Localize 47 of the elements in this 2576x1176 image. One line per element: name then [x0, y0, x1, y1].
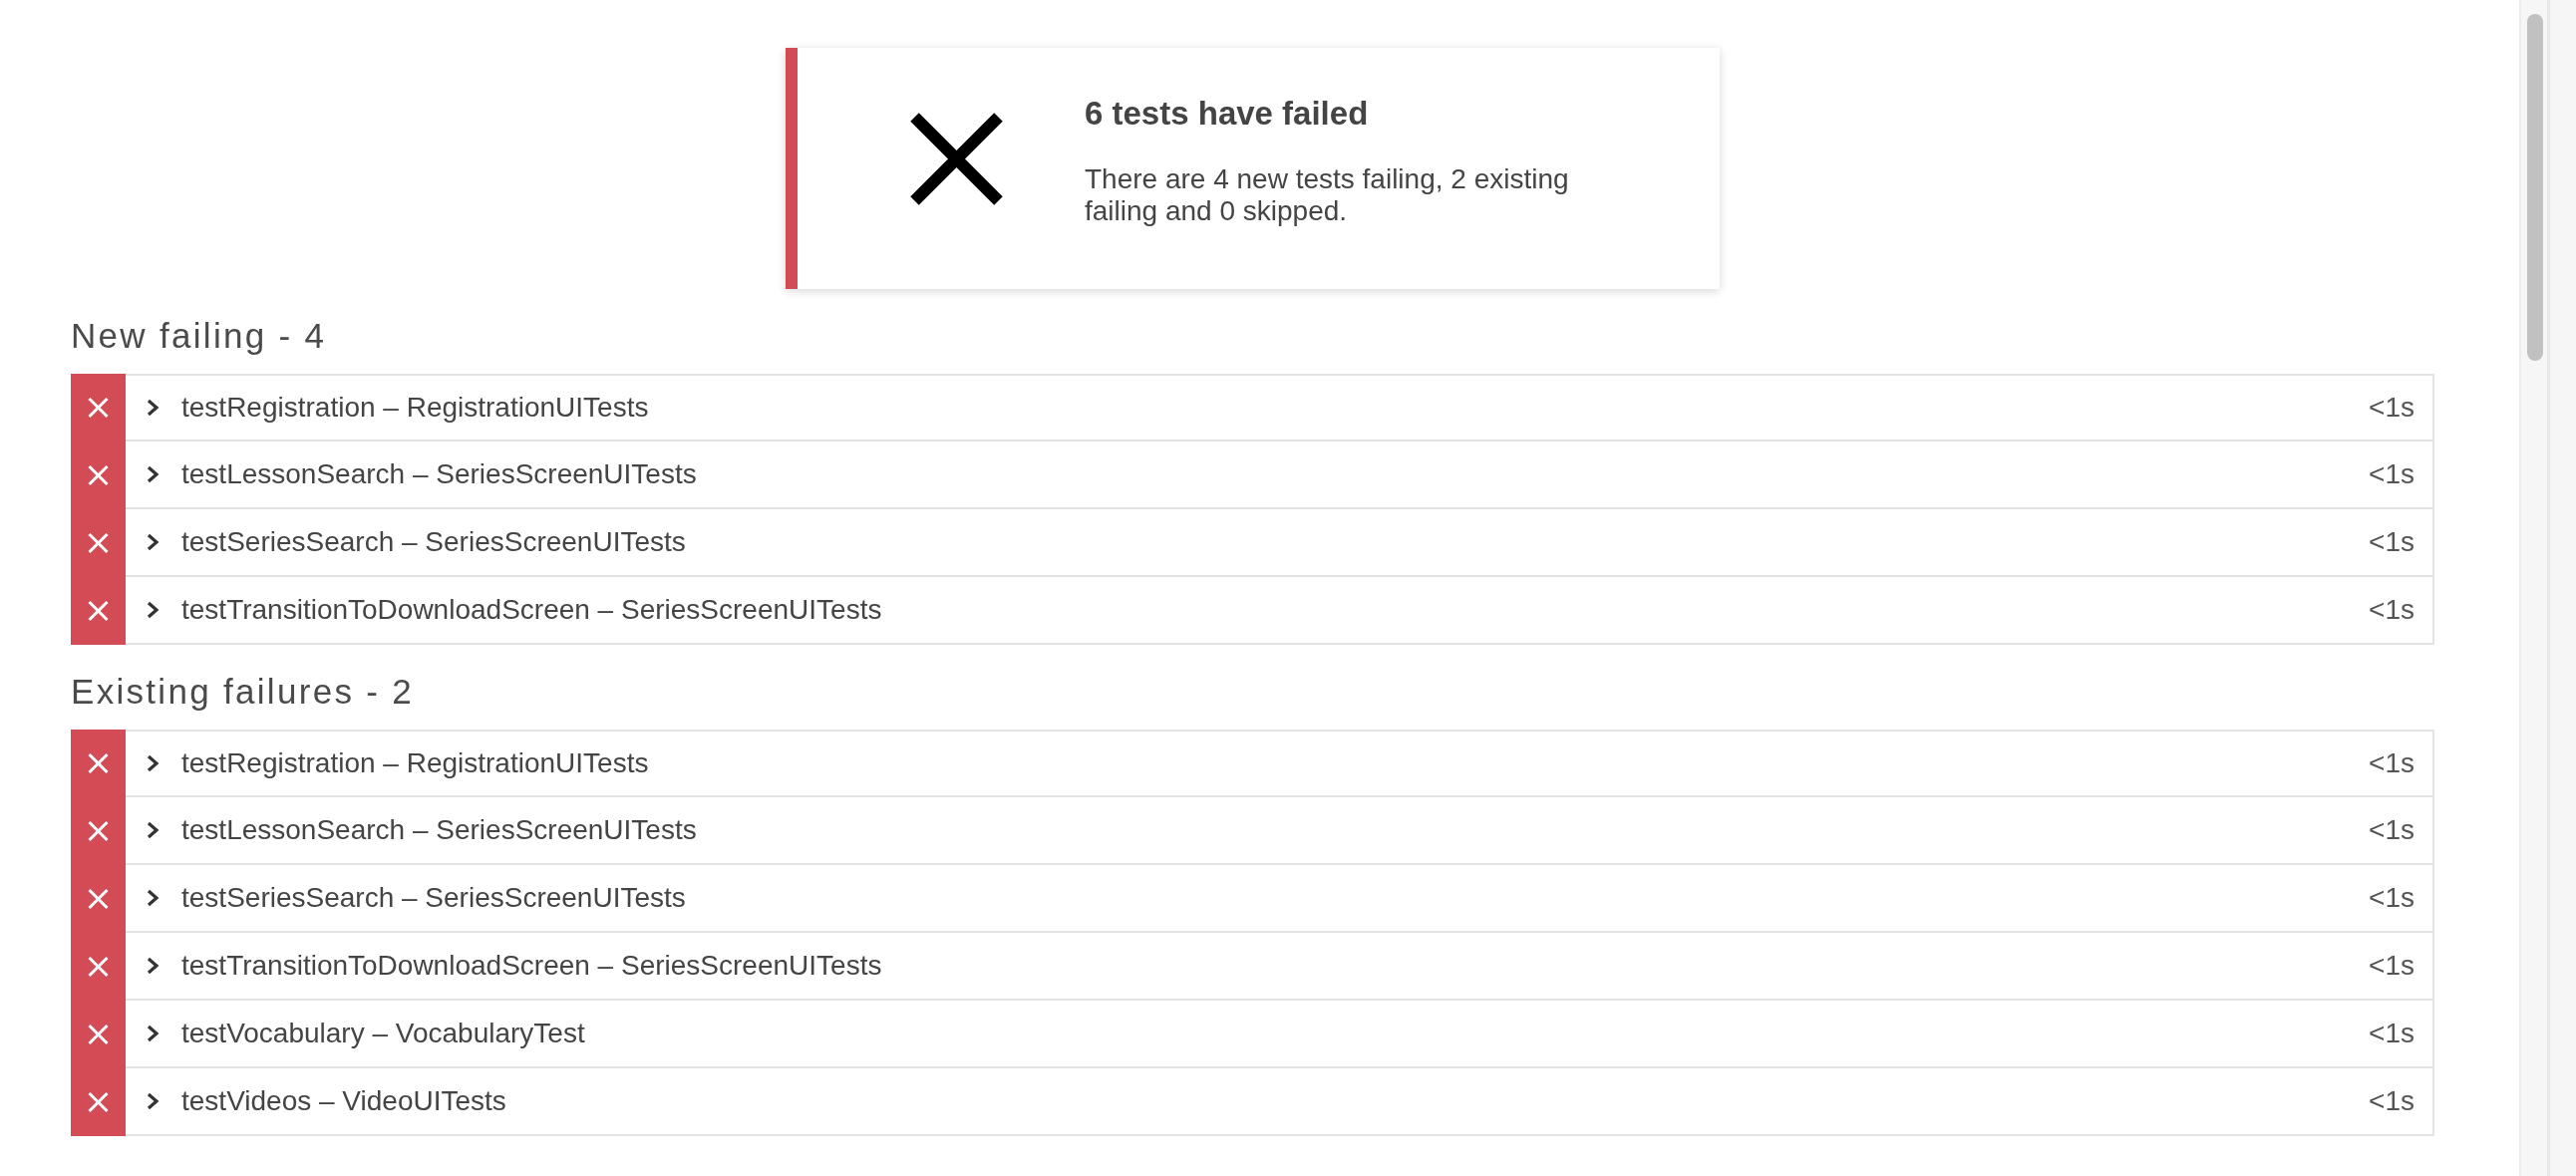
test-duration: <1s [2369, 1018, 2415, 1049]
test-row[interactable]: testRegistration – RegistrationUITests <1s [126, 730, 2434, 797]
test-row[interactable]: testVideos – VideoUITests <1s [126, 1068, 2434, 1136]
test-name: testSeriesSearch – SeriesScreenUITests [181, 882, 686, 914]
section-heading: Existing failures - 2 [71, 671, 415, 713]
chevron-icon[interactable] [146, 1091, 160, 1111]
test-duration: <1s [2369, 814, 2415, 846]
test-duration: <1s [2369, 1085, 2415, 1117]
test-row[interactable]: testRegistration – RegistrationUITests <1s [126, 374, 2434, 441]
chevron-icon[interactable] [146, 600, 160, 620]
test-duration: <1s [2369, 458, 2415, 490]
test-row[interactable]: testLessonSearch – SeriesScreenUITests <1s [126, 441, 2434, 509]
chevron-icon[interactable] [146, 888, 160, 908]
test-row[interactable]: testSeriesSearch – SeriesScreenUITests <1s [126, 509, 2434, 577]
chevron-icon[interactable] [146, 532, 160, 552]
test-duration: <1s [2369, 392, 2415, 424]
test-row[interactable]: testTransitionToDownloadScreen – SeriesScreenUITests <1s [126, 577, 2434, 645]
test-name: testTransitionToDownloadScreen – SeriesScreenUITests [181, 950, 882, 982]
test-name: testRegistration – RegistrationUITests [181, 392, 649, 424]
chevron-icon[interactable] [146, 1024, 160, 1043]
chevron-icon[interactable] [146, 464, 160, 484]
test-name: testVideos – VideoUITests [181, 1085, 506, 1117]
chevron-icon[interactable] [146, 820, 160, 840]
section-heading: New failing - 4 [71, 315, 328, 357]
test-duration: <1s [2369, 882, 2415, 914]
test-duration: <1s [2369, 526, 2415, 558]
test-name: testLessonSearch – SeriesScreenUITests [181, 814, 697, 846]
test-duration: <1s [2369, 594, 2415, 626]
test-duration: <1s [2369, 747, 2415, 779]
chevron-icon[interactable] [146, 398, 160, 418]
chevron-icon[interactable] [146, 956, 160, 976]
test-duration: <1s [2369, 950, 2415, 982]
test-name: testVocabulary – VocabularyTest [181, 1018, 585, 1049]
test-row[interactable]: testVocabulary – VocabularyTest <1s [126, 1001, 2434, 1068]
scrollbar-thumb[interactable] [2527, 14, 2543, 361]
test-name: testSeriesSearch – SeriesScreenUITests [181, 526, 686, 558]
chevron-icon[interactable] [146, 753, 160, 773]
test-row[interactable]: testSeriesSearch – SeriesScreenUITests <1s [126, 865, 2434, 933]
test-name: testLessonSearch – SeriesScreenUITests [181, 458, 697, 490]
test-row[interactable]: testLessonSearch – SeriesScreenUITests <1s [126, 797, 2434, 865]
summary-title: 6 tests have failed [1085, 94, 1370, 134]
scrollbar[interactable] [2519, 0, 2576, 1176]
cross-icon [910, 113, 1003, 205]
test-name: testTransitionToDownloadScreen – SeriesScreenUITests [181, 594, 882, 626]
summary-text: There are 4 new tests failing, 2 existing failing and 0 skipped. [1085, 163, 1570, 227]
test-row[interactable]: testTransitionToDownloadScreen – SeriesScreenUITests <1s [126, 933, 2434, 1001]
test-name: testRegistration – RegistrationUITests [181, 747, 649, 779]
